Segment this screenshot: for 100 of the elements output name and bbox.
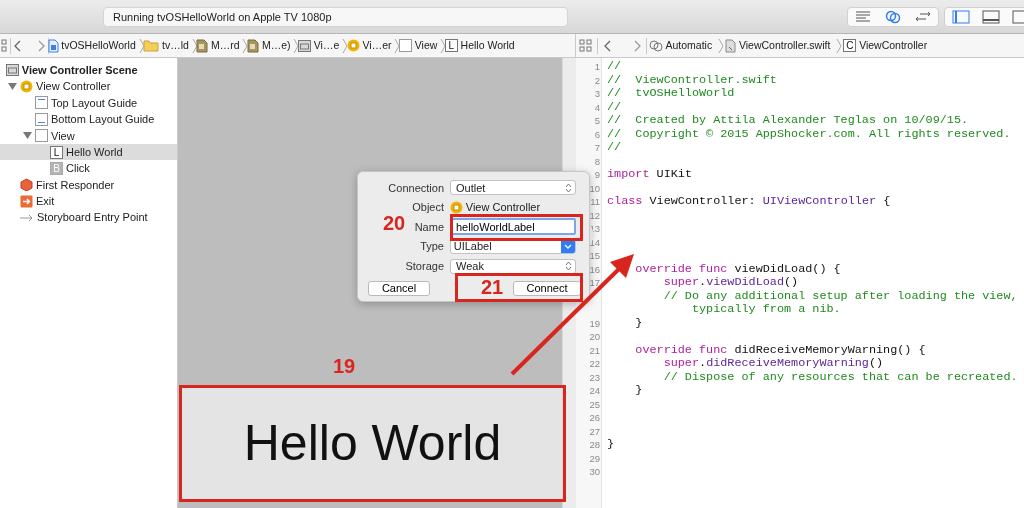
cube-icon (20, 178, 33, 192)
code-line: // (607, 60, 623, 74)
breadcrumb-separator-icon (717, 37, 724, 54)
outline-item[interactable]: Storyboard Entry Point (37, 209, 148, 226)
code-line: // Dispose of any resources that can be recreated. (662, 370, 1019, 385)
top-guide-icon (35, 96, 48, 110)
view-icon (399, 39, 412, 52)
forward-icon[interactable] (37, 39, 45, 52)
breadcrumb-item[interactable]: tvOSHelloWorld (61, 37, 136, 54)
outline-item[interactable]: Top Layout Guide (51, 94, 138, 112)
cancel-button[interactable]: Cancel (368, 280, 430, 296)
outline-item[interactable]: View Controller (36, 78, 111, 95)
code-line: // Created by Attila Alexander Teglas on 10/09/15. (607, 114, 970, 128)
name-field[interactable]: helloWorldLabel (450, 218, 576, 236)
line-number: 24 (588, 384, 601, 398)
select-field[interactable]: Outlet (450, 180, 576, 196)
breadcrumb-item[interactable]: M…e) (261, 37, 291, 54)
project-file-icon (47, 38, 59, 53)
activity-field: Running tvOSHelloWorld on Apple TV 1080p (103, 6, 568, 27)
document-icon (196, 38, 209, 53)
breadcrumb-item[interactable]: Vi…er (362, 37, 392, 54)
code-line: // Copyright © 2015 AppShocker.com. All rights reserved. (607, 127, 1012, 142)
code-line: } (634, 316, 644, 331)
breadcrumb-separator-icon (342, 37, 349, 54)
forward-icon[interactable] (632, 39, 641, 52)
code-line: typically from a nib. (690, 303, 842, 317)
breadcrumb-separator-icon (835, 37, 842, 54)
line-number: 2 (593, 73, 601, 88)
line-number: 29 (588, 451, 601, 466)
hello-world-label[interactable]: Hello World (180, 386, 565, 500)
chevron-down-icon (564, 243, 572, 250)
object-value: View Controller (465, 200, 541, 216)
outline-item[interactable]: Exit (36, 193, 55, 210)
outline-item[interactable]: Click (66, 160, 90, 177)
step-number: 21 (481, 277, 504, 297)
breadcrumb-item[interactable]: Vi…e (313, 37, 340, 54)
code-line: } (634, 384, 644, 398)
code-line: } (607, 438, 616, 452)
code-line: super.viewDidLoad() (662, 276, 800, 290)
view-controller-icon (450, 200, 463, 214)
line-number: 23 (588, 370, 601, 385)
file-icon (725, 38, 737, 53)
code-line: // ViewController.swift (607, 73, 778, 88)
connect-button[interactable]: Connect (513, 280, 581, 296)
line-number: 4 (593, 100, 601, 115)
breadcrumb-item[interactable]: ViewController.swift (738, 37, 831, 54)
line-number: 22 (588, 357, 601, 371)
line-number: 5 (593, 114, 601, 128)
breadcrumb-item[interactable]: Hello World (460, 37, 515, 54)
view-controller-icon (346, 39, 360, 52)
line-number: 27 (588, 424, 601, 439)
line-number: 7 (593, 141, 601, 155)
line-number: 16 (588, 262, 601, 277)
back-icon[interactable] (603, 39, 612, 52)
line-number: 12 (588, 208, 601, 223)
outline-item[interactable]: Hello World (66, 143, 123, 161)
code-line: // Do any additional setup after loading the view, (662, 289, 1019, 304)
code-line: // (607, 100, 623, 115)
type-letter-icon: B (50, 162, 63, 176)
breadcrumb-item[interactable]: View (414, 37, 438, 54)
code-line: override func didReceiveMemoryWarning() { (634, 343, 927, 358)
document-icon (247, 38, 260, 53)
line-number: 30 (588, 465, 601, 479)
breadcrumb-item[interactable]: Automatic (665, 37, 713, 54)
line-number: 6 (593, 127, 601, 142)
line-number: 19 (588, 316, 601, 331)
back-icon[interactable] (13, 39, 22, 52)
disclosure-triangle[interactable] (23, 131, 32, 141)
outline-item[interactable]: First Responder (36, 176, 115, 194)
code-line: import UIKit (607, 168, 693, 182)
line-number: 26 (588, 411, 601, 425)
type-letter-icon: C (843, 39, 857, 52)
outline-item[interactable]: Bottom Layout Guide (51, 111, 155, 128)
line-number: 28 (588, 438, 601, 452)
outline-item[interactable]: View (51, 127, 75, 144)
code-line: class ViewController: UIViewController { (607, 195, 892, 209)
exit-icon (20, 194, 33, 208)
line-number: 25 (588, 397, 601, 412)
scene-icon (298, 39, 312, 52)
grid-icon[interactable] (578, 39, 592, 52)
field-label: Type (420, 240, 444, 253)
code-line: // tvOSHelloWorld (607, 87, 736, 101)
step-number: 19 (333, 356, 356, 376)
arrow-icon (20, 212, 34, 223)
scene-icon (6, 64, 19, 77)
scene-title: View Controller Scene (21, 62, 138, 78)
disclosure-triangle[interactable] (8, 82, 17, 92)
select-field[interactable]: Weak (450, 258, 576, 274)
field-label: Name (414, 220, 444, 233)
line-number: 21 (588, 343, 601, 358)
updown-icon (565, 182, 572, 193)
breadcrumb-item[interactable]: ViewController (859, 37, 928, 54)
breadcrumb-separator-icon (293, 37, 300, 54)
field-label: Connection (388, 181, 444, 194)
folder-icon (143, 39, 160, 52)
breadcrumb-separator-icon (191, 37, 198, 54)
type-letter-icon: L (50, 145, 63, 159)
breadcrumb-item[interactable]: M…rd (211, 37, 240, 54)
field-label: Object (412, 201, 444, 214)
breadcrumb-item[interactable]: tv…ld (162, 37, 189, 54)
